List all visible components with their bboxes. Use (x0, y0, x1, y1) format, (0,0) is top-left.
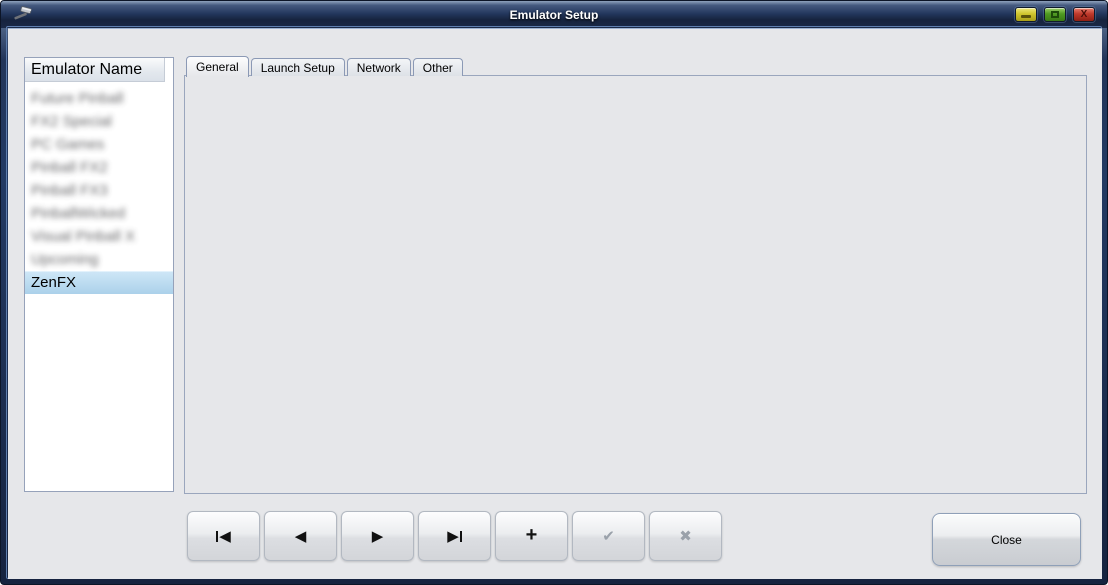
list-item[interactable]: FX2 Special (25, 110, 173, 133)
close-button-label: Close (991, 533, 1022, 547)
list-item[interactable]: PinballWicked (25, 202, 173, 225)
list-item[interactable]: Visual Pinball X (25, 225, 173, 248)
window-controls: X (1015, 7, 1095, 22)
tab-general[interactable]: General (186, 56, 249, 77)
list-item[interactable]: Future Pinball (25, 87, 173, 110)
last-record-button[interactable]: ▶ (418, 511, 491, 561)
emulator-list-header: Emulator Name (25, 58, 173, 82)
emulator-list: Emulator Name Future Pinball FX2 Special… (24, 57, 174, 492)
close-icon: X (1081, 10, 1088, 20)
cancel-edit-button[interactable]: ✖ (649, 511, 722, 561)
tab-other[interactable]: Other (413, 58, 463, 76)
list-item-selected[interactable]: ZenFX (25, 271, 173, 294)
record-navigator: ◀ ◀ ▶ ▶ + ✔ ✖ (187, 511, 722, 561)
plus-icon: + (526, 524, 538, 547)
first-record-icon: ◀ (216, 527, 231, 545)
x-mark-icon: ✖ (679, 527, 692, 545)
maximize-button[interactable] (1044, 7, 1066, 22)
emulator-list-items: Future Pinball FX2 Special PC Games Pinb… (25, 82, 173, 294)
tab-panel-general (184, 75, 1087, 494)
post-edit-button[interactable]: ✔ (572, 511, 645, 561)
list-item[interactable]: Upcoming (25, 248, 173, 271)
close-button[interactable]: Close (932, 513, 1081, 566)
first-record-button[interactable]: ◀ (187, 511, 260, 561)
prior-record-icon: ◀ (295, 527, 307, 545)
checkmark-icon: ✔ (602, 527, 615, 545)
minimize-icon (1021, 15, 1031, 18)
emulator-setup-window: Emulator Setup X Emulator Name Future Pi… (0, 0, 1108, 585)
list-item[interactable]: PC Games (25, 133, 173, 156)
list-item[interactable]: Pinball FX2 (25, 156, 173, 179)
prior-record-button[interactable]: ◀ (264, 511, 337, 561)
last-record-icon: ▶ (447, 527, 462, 545)
tab-bar: General Launch Setup Network Other (186, 56, 463, 76)
next-record-icon: ▶ (372, 527, 384, 545)
tab-network[interactable]: Network (347, 58, 411, 76)
dialog-client-area: Emulator Name Future Pinball FX2 Special… (8, 28, 1102, 579)
tab-launch-setup[interactable]: Launch Setup (251, 58, 345, 76)
emulator-name-column-header[interactable]: Emulator Name (25, 58, 165, 82)
minimize-button[interactable] (1015, 7, 1037, 22)
window-title: Emulator Setup (1, 8, 1107, 22)
title-bar: Emulator Setup X (1, 1, 1107, 28)
insert-record-button[interactable]: + (495, 511, 568, 561)
close-window-button[interactable]: X (1073, 7, 1095, 22)
maximize-icon (1051, 11, 1059, 18)
list-item[interactable]: Pinball FX3 (25, 179, 173, 202)
next-record-button[interactable]: ▶ (341, 511, 414, 561)
